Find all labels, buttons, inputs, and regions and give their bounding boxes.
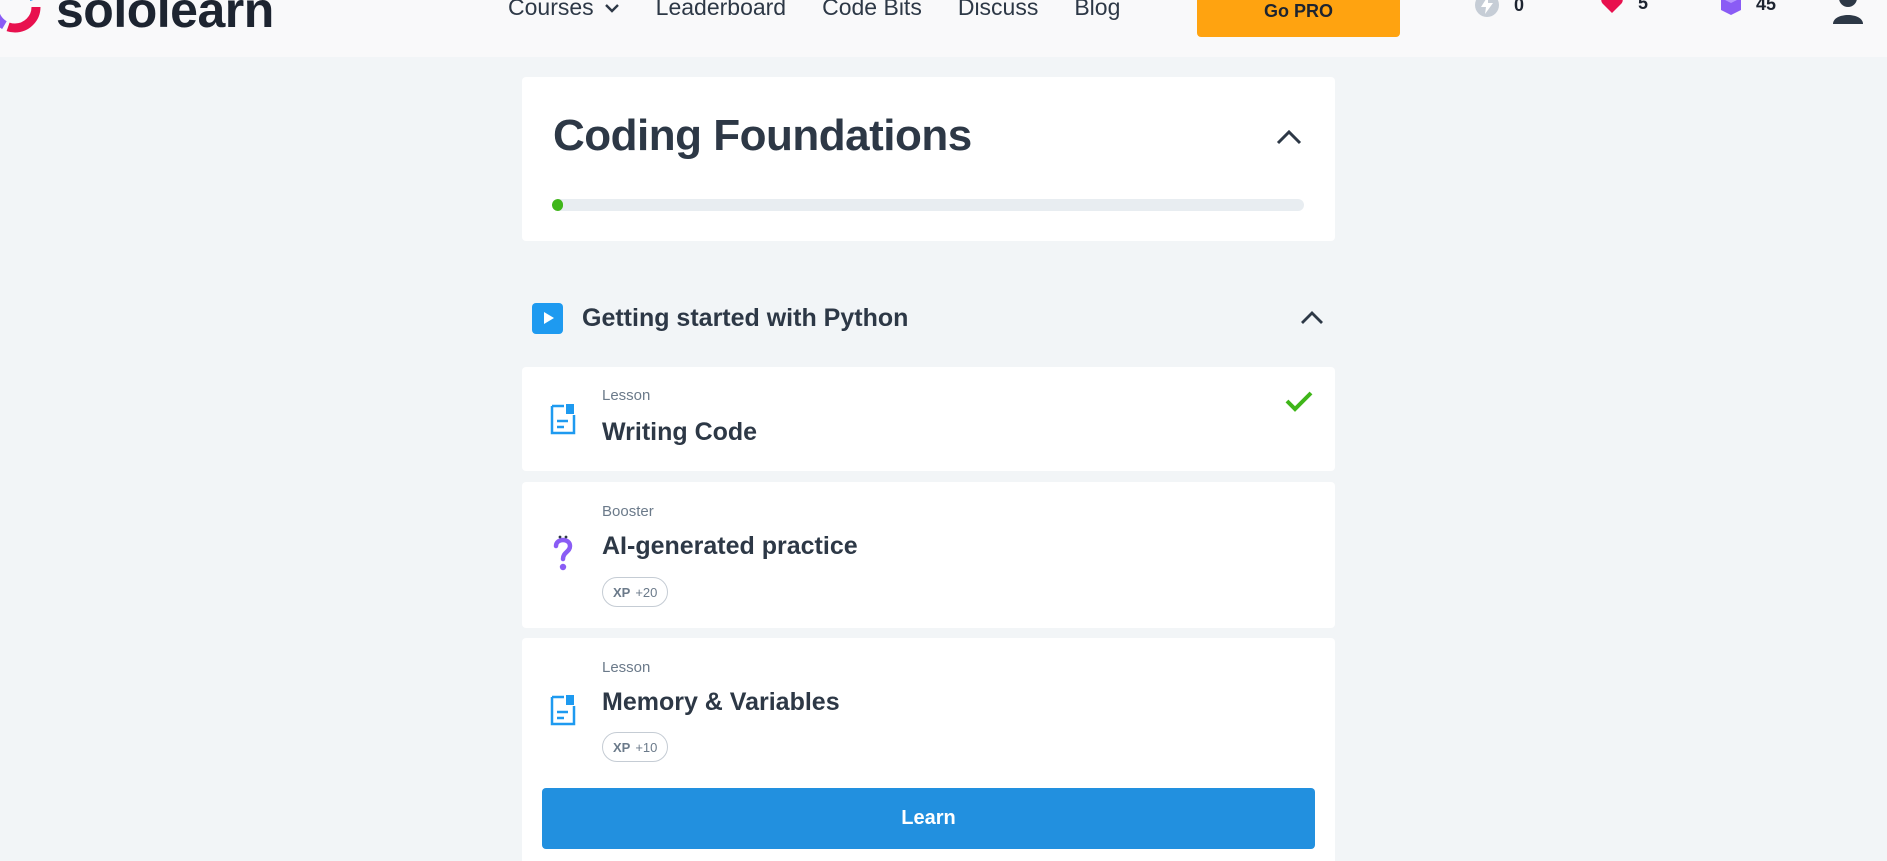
course-progress-fill bbox=[552, 199, 564, 211]
question-mark-icon bbox=[553, 535, 573, 571]
checkmark-icon bbox=[1285, 391, 1313, 412]
sololearn-logo-icon bbox=[0, 0, 41, 33]
lesson-doc-icon bbox=[550, 695, 576, 726]
lesson-card-ai-practice[interactable]: Booster AI-generated practice XP +20 bbox=[522, 482, 1335, 628]
course-title: Coding Foundations bbox=[553, 111, 972, 160]
sololearn-logo[interactable]: sololearn bbox=[0, 0, 274, 36]
top-navigation-bar: sololearn Courses Leaderboard Code Bits … bbox=[0, 0, 1887, 57]
lesson-card-writing-code[interactable]: Lesson Writing Code bbox=[522, 367, 1335, 471]
logo-wordmark: sololearn bbox=[56, 0, 274, 38]
xp-value: +20 bbox=[635, 584, 658, 600]
nav-discuss[interactable]: Discuss bbox=[958, 0, 1039, 21]
nav-leaderboard[interactable]: Leaderboard bbox=[656, 0, 786, 21]
play-icon bbox=[532, 302, 563, 334]
course-progress-bar bbox=[552, 199, 1304, 211]
hearts-count: 5 bbox=[1638, 0, 1649, 13]
collapse-module-chevron-up-icon[interactable] bbox=[1300, 310, 1324, 325]
collapse-course-chevron-up-icon[interactable] bbox=[1276, 129, 1302, 145]
user-avatar-icon[interactable] bbox=[1832, 0, 1864, 24]
learn-button[interactable]: Learn bbox=[542, 788, 1315, 849]
streak-count: 0 bbox=[1514, 0, 1525, 15]
lesson-card-memory-variables[interactable]: Lesson Memory & Variables XP +10 Learn bbox=[522, 638, 1335, 861]
go-pro-button[interactable]: Go PRO bbox=[1197, 0, 1400, 37]
lesson-title: AI-generated practice bbox=[602, 532, 858, 560]
xp-value: +10 bbox=[635, 739, 658, 755]
module-title: Getting started with Python bbox=[582, 303, 909, 332]
hearts-counter[interactable]: 5 bbox=[1600, 0, 1648, 14]
lesson-type-label: Booster bbox=[602, 503, 654, 520]
xp-label: XP bbox=[613, 739, 631, 755]
nav-code-bits[interactable]: Code Bits bbox=[822, 0, 922, 21]
lesson-title: Memory & Variables bbox=[602, 688, 840, 716]
lesson-type-label: Lesson bbox=[602, 659, 651, 676]
lightning-icon bbox=[1475, 0, 1499, 17]
xp-label: XP bbox=[613, 584, 631, 600]
gem-icon bbox=[1721, 0, 1741, 15]
nav-blog[interactable]: Blog bbox=[1074, 0, 1120, 21]
lesson-type-label: Lesson bbox=[602, 387, 651, 404]
streak-counter[interactable]: 0 bbox=[1474, 0, 1524, 18]
xp-badge: XP +10 bbox=[602, 732, 669, 762]
nav-courses[interactable]: Courses bbox=[508, 0, 620, 21]
module-header[interactable]: Getting started with Python bbox=[532, 296, 1335, 340]
gems-counter[interactable]: 45 bbox=[1720, 0, 1776, 16]
course-overview-card: Coding Foundations bbox=[522, 77, 1335, 241]
lesson-doc-icon bbox=[550, 404, 576, 435]
xp-badge: XP +20 bbox=[602, 577, 669, 607]
main-nav: Courses Leaderboard Code Bits Discuss Bl… bbox=[508, 0, 1120, 21]
gems-count: 45 bbox=[1756, 0, 1777, 14]
chevron-down-icon bbox=[604, 3, 619, 13]
lesson-title: Writing Code bbox=[602, 418, 758, 446]
heart-icon bbox=[1601, 0, 1623, 13]
nav-courses-label: Courses bbox=[508, 0, 594, 20]
